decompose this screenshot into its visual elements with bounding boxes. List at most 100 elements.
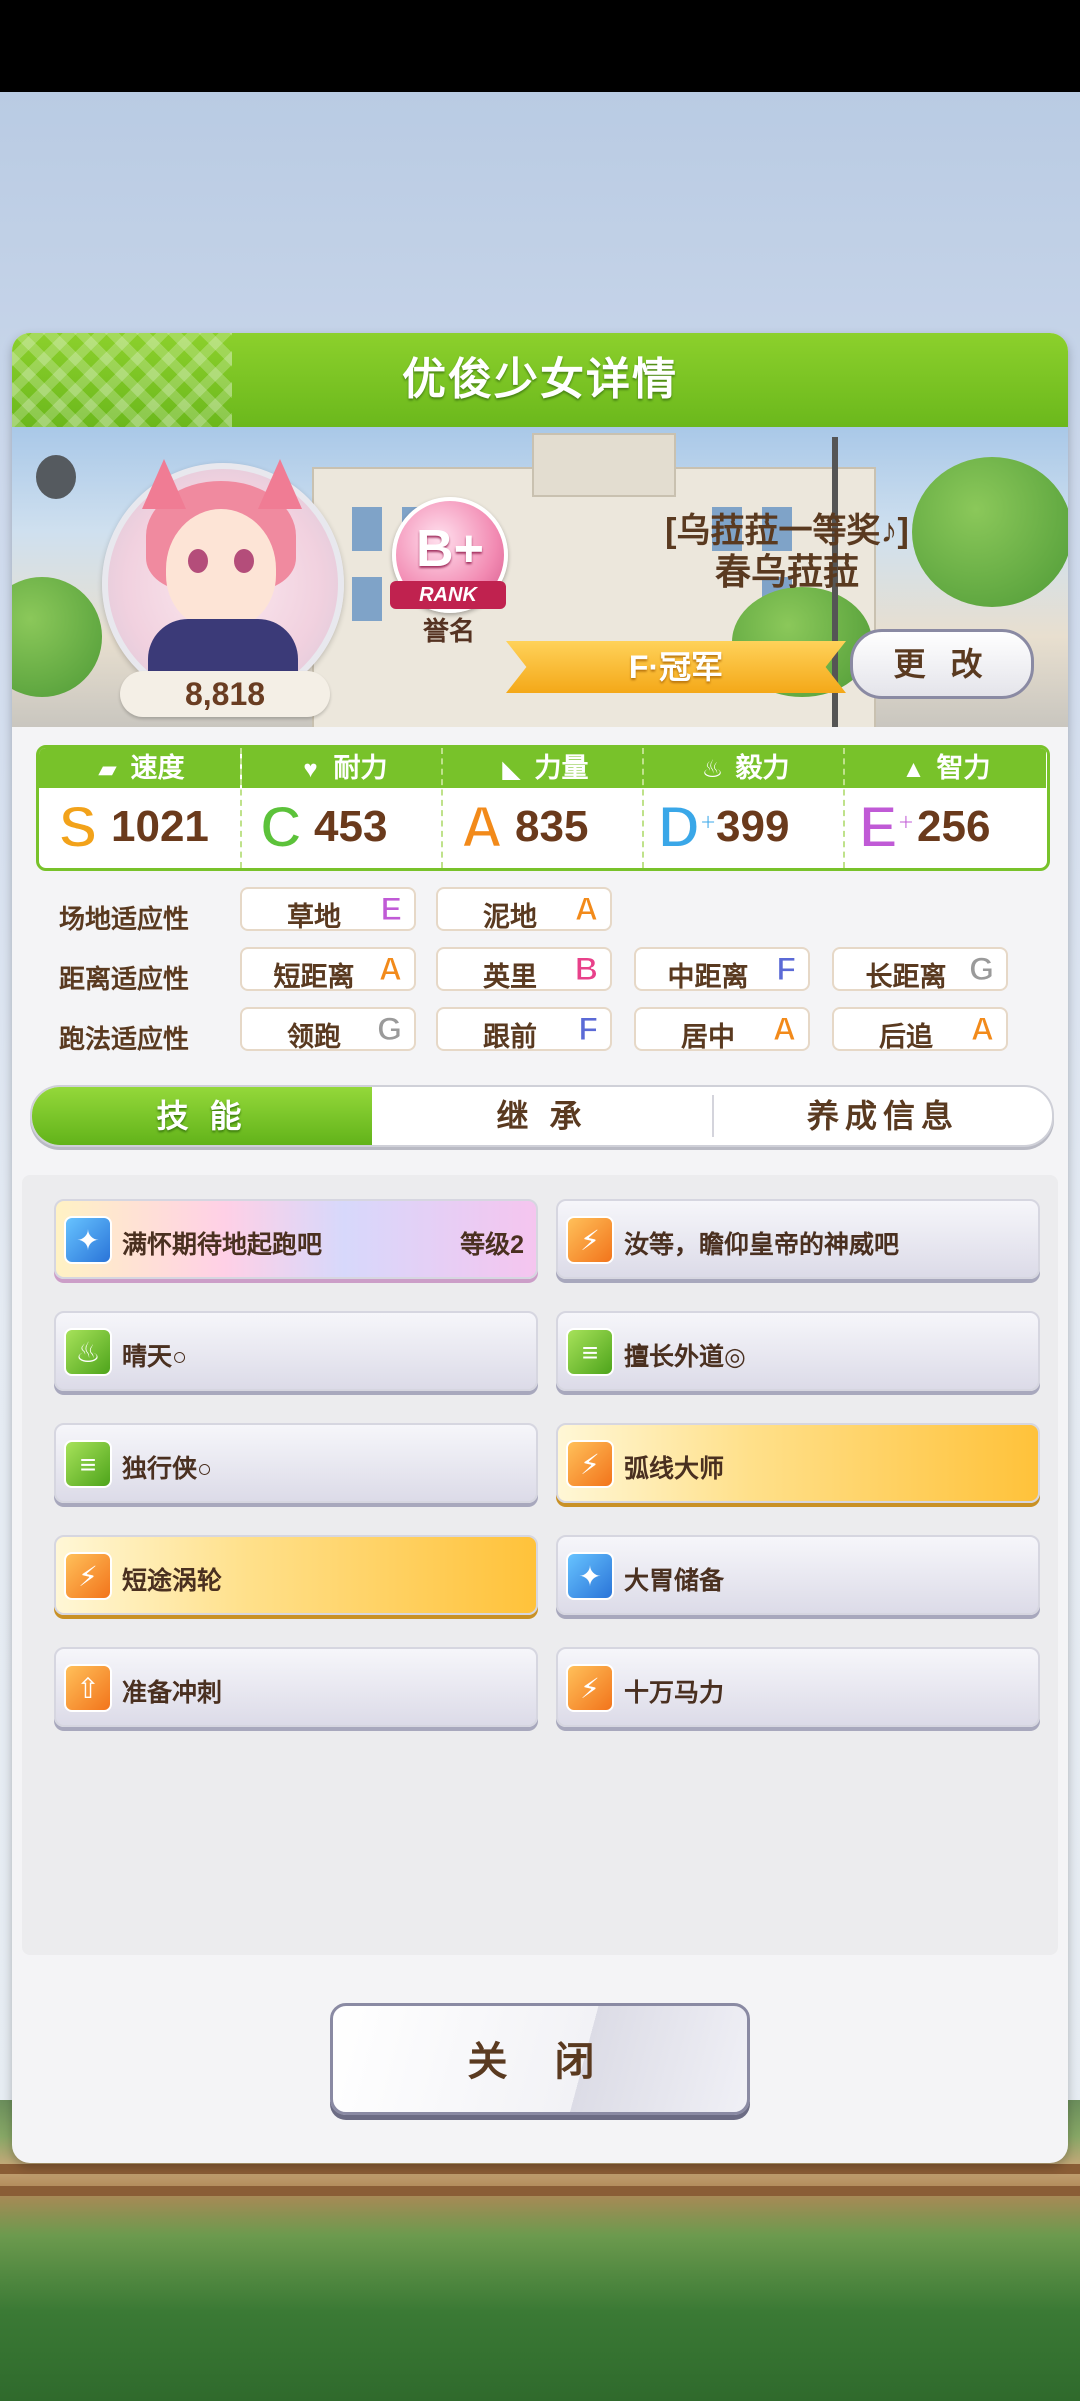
skill-name: 汝等，瞻仰皇帝的神威吧: [624, 1231, 900, 1259]
skill-name: 弧线大师: [624, 1455, 725, 1483]
aptitude-style-0: 领跑 G: [240, 1007, 416, 1052]
status-bar: [0, 0, 1080, 92]
skill-name: 晴天○: [122, 1343, 188, 1371]
distance-aptitude-label: 距离适应性: [58, 964, 189, 994]
skill-card[interactable]: ✦ 大胃储备: [556, 1535, 1040, 1615]
stat-2: ◣ 力量 A 835: [441, 748, 644, 868]
runner-icon: ⚡: [566, 1440, 614, 1488]
aptitude-name: 长距离: [865, 962, 947, 992]
skill-name: 大胃储备: [624, 1567, 725, 1595]
stat-label: 速度: [130, 753, 185, 783]
stat-label: 力量: [534, 753, 589, 783]
dialog-title: 优俊少女详情: [402, 355, 678, 404]
close-button[interactable]: 关 闭: [330, 2003, 750, 2115]
tree: [12, 577, 102, 697]
aptitude-grade: A: [574, 891, 598, 928]
flame-icon: ♨: [64, 1328, 112, 1376]
skill-card[interactable]: ⚡ 汝等，瞻仰皇帝的神威吧: [556, 1199, 1040, 1279]
skills-panel: ✦ 满怀期待地起跑吧 等级2 ⚡ 汝等，瞻仰皇帝的神威吧 ♨ 晴天○ ≡ 擅长外道◎ ≡ 独行侠○ ⚡…: [22, 1175, 1058, 1955]
aptitude-grade: F: [578, 1011, 599, 1048]
stat-label: 毅力: [735, 753, 790, 783]
stat-grade: D+: [657, 795, 717, 860]
aptitude-grade: G: [969, 951, 995, 988]
rank-ribbon: RANK: [390, 581, 506, 609]
stat-grade: A: [460, 795, 504, 860]
aptitude-track-0: 草地 E: [240, 887, 416, 932]
tab-training-info[interactable]: 养成信息: [714, 1087, 1052, 1145]
skill-card[interactable]: ⚡ 短途涡轮: [54, 1535, 538, 1615]
stat-grade: E+: [858, 795, 915, 860]
stat-value: 453: [314, 802, 388, 851]
skill-name: 十万马力: [624, 1679, 725, 1707]
skill-card[interactable]: ⚡ 弧线大师: [556, 1423, 1040, 1503]
skill-card[interactable]: ⚡ 十万马力: [556, 1647, 1040, 1727]
skill-card[interactable]: ✦ 满怀期待地起跑吧 等级2: [54, 1199, 538, 1279]
runner-icon: ⚡: [566, 1664, 614, 1712]
style-aptitude-label: 跑法适应性: [58, 1024, 189, 1054]
skill-card[interactable]: ♨ 晴天○: [54, 1311, 538, 1391]
detail-tabs: 技 能 继 承 养成信息: [30, 1085, 1054, 1147]
notes-icon: ≡: [566, 1328, 614, 1376]
aptitude-grade: G: [377, 1011, 403, 1048]
stat-grade: S: [58, 795, 99, 860]
aptitude-style-1: 跟前 F: [436, 1007, 612, 1052]
skill-name: 独行侠○: [122, 1455, 213, 1483]
aptitude-name: 中距离: [667, 962, 749, 992]
aptitude-distance-0: 短距离 A: [240, 947, 416, 992]
stat-value: 835: [515, 802, 589, 851]
stat-value: 399: [716, 802, 790, 851]
aptitude-grade: E: [380, 891, 402, 928]
stat-3: ♨ 毅力 D+ 399: [642, 748, 845, 868]
stat-label: 耐力: [333, 753, 388, 783]
stat-value: 1021: [111, 802, 209, 851]
muscle-icon: ◣: [502, 756, 521, 783]
stat-1: ♥ 耐力 C 453: [240, 748, 443, 868]
fan-count: 8,818: [120, 671, 330, 717]
aptitude-name: 后追: [879, 1022, 933, 1052]
sparkle-icon: ✦: [566, 1552, 614, 1600]
heart-icon: ♥: [303, 756, 318, 783]
tab-inheritance[interactable]: 继 承: [372, 1087, 712, 1145]
aptitude-name: 草地: [287, 902, 341, 932]
aptitude-name: 英里: [483, 962, 537, 992]
aptitude-distance-1: 英里 B: [436, 947, 612, 992]
gate-icon: ⇧: [64, 1664, 112, 1712]
aptitude-grade: A: [772, 1011, 796, 1048]
aptitude-grade: A: [378, 951, 402, 988]
aptitude-distance-2: 中距离 F: [634, 947, 810, 992]
skill-name: 准备冲刺: [122, 1679, 223, 1707]
change-button[interactable]: 更 改: [850, 629, 1034, 699]
aptitude-name: 领跑: [287, 1022, 341, 1052]
uma-name: 春乌菈菈: [714, 551, 859, 592]
aptitude-grade: F: [776, 951, 797, 988]
aptitude-name: 居中: [681, 1022, 735, 1052]
aptitude-track-1: 泥地 A: [436, 887, 612, 932]
uma-detail-dialog: 优俊少女详情 8,818 B+ RANK 誉名 [乌菈菈一等奖♪] 春乌菈菈 F…: [12, 333, 1068, 2163]
aptitude-grade: A: [970, 1011, 994, 1048]
runner-icon: ⚡: [566, 1216, 614, 1264]
aptitude-name: 短距离: [273, 962, 355, 992]
aptitude-grade: B: [574, 951, 598, 988]
skill-card[interactable]: ⇧ 准备冲刺: [54, 1647, 538, 1727]
skill-level: 等级2: [460, 1231, 524, 1259]
stat-value: 256: [917, 802, 991, 851]
aptitude-style-2: 居中 A: [634, 1007, 810, 1052]
track-aptitude-label: 场地适应性: [58, 904, 189, 934]
character-portrait[interactable]: [102, 459, 344, 705]
profile-banner: 8,818 B+ RANK 誉名 [乌菈菈一等奖♪] 春乌菈菈 F·冠军 更 改: [12, 427, 1068, 727]
skill-name: 满怀期待地起跑吧: [122, 1231, 323, 1259]
runner-icon: ⚡: [64, 1552, 112, 1600]
stat-0: ▰ 速度 S 1021: [39, 748, 240, 868]
tab-skills[interactable]: 技 能: [32, 1087, 372, 1145]
stats-panel: ▰ 速度 S 1021 ♥ 耐力 C 453 ◣ 力量 A 835 ♨ 毅力 D+ 399 ▲ 智力 E+ 256: [36, 745, 1050, 871]
notes-icon: ≡: [64, 1440, 112, 1488]
carrot-icon: [36, 455, 76, 499]
skill-card[interactable]: ≡ 擅长外道◎: [556, 1311, 1040, 1391]
skill-name: 擅长外道◎: [624, 1343, 746, 1371]
dialog-header: 优俊少女详情: [12, 333, 1068, 427]
aptitude-style-3: 后追 A: [832, 1007, 1008, 1052]
skill-card[interactable]: ≡ 独行侠○: [54, 1423, 538, 1503]
aptitude-name: 泥地: [483, 902, 537, 932]
aptitude-distance-3: 长距离 G: [832, 947, 1008, 992]
stat-grade: C: [259, 795, 303, 860]
